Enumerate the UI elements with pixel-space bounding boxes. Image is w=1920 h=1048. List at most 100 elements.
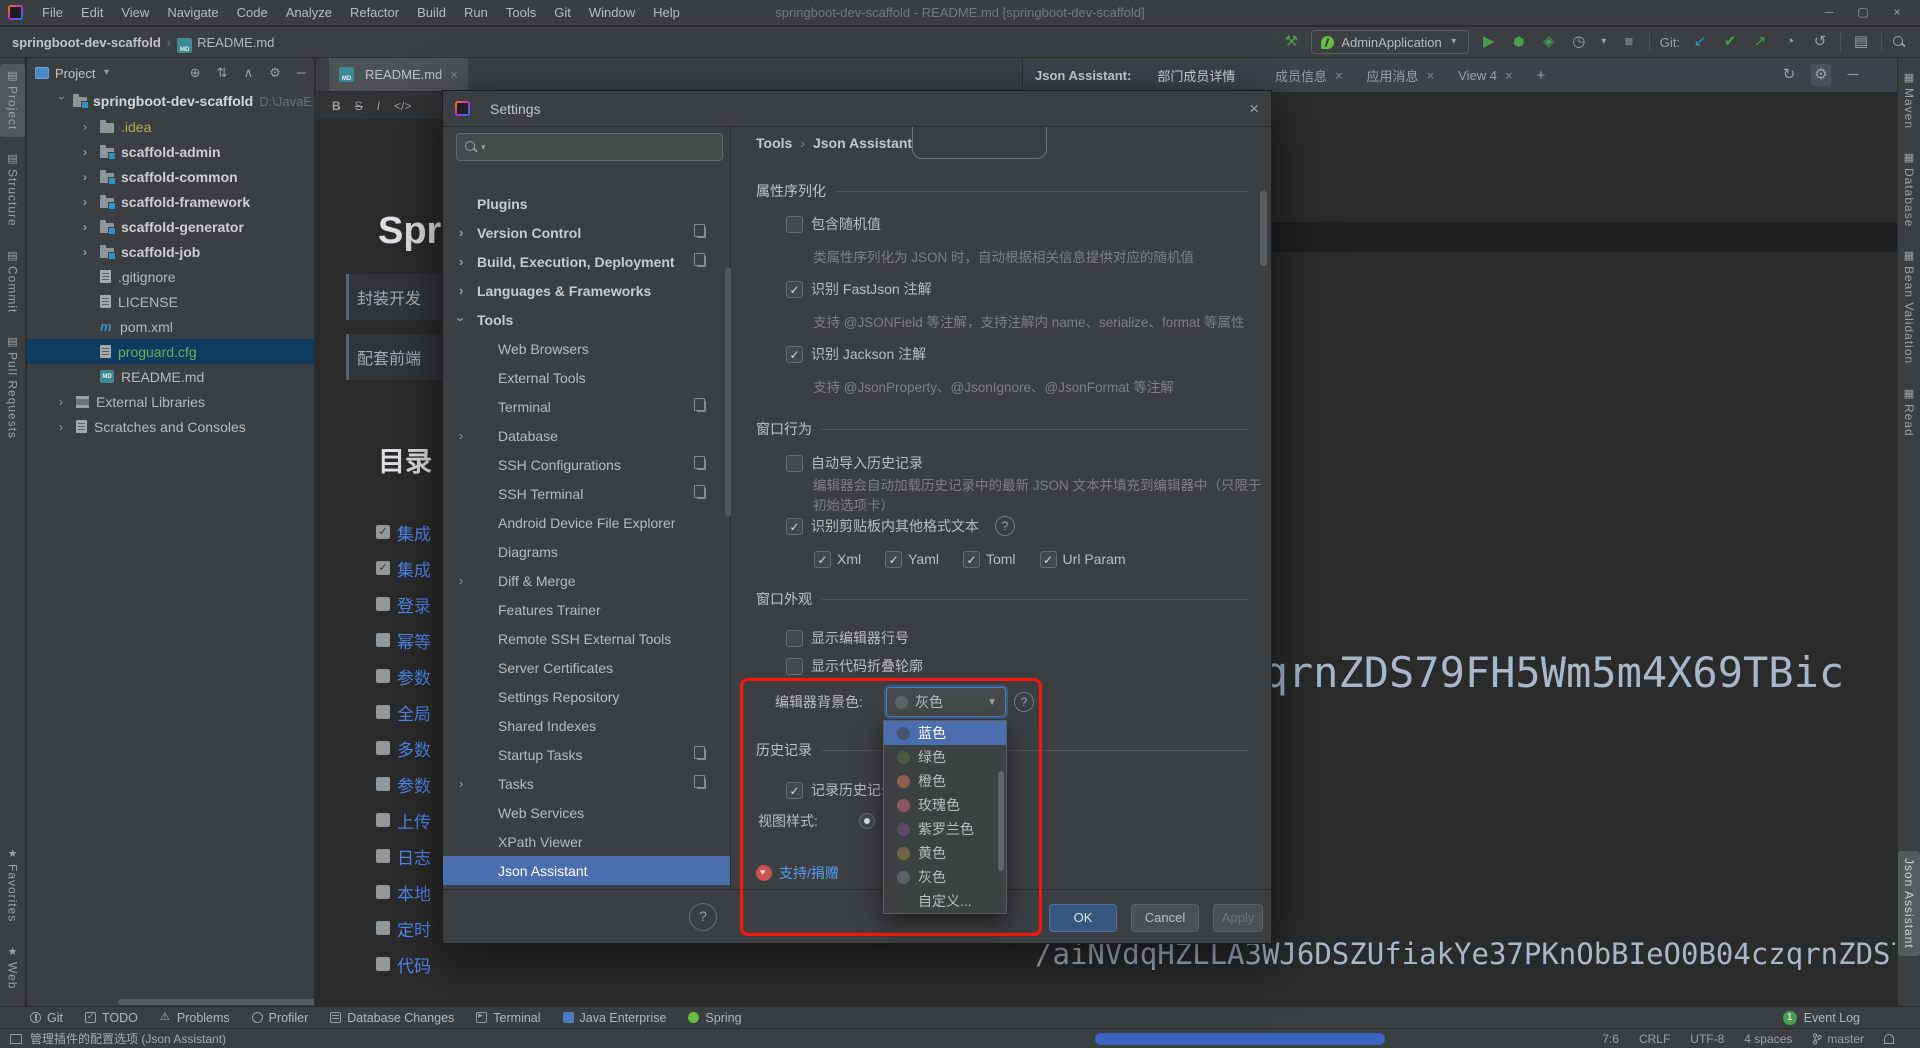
help-button[interactable]: ? xyxy=(689,903,717,931)
run-button[interactable]: ▶ xyxy=(1479,31,1499,53)
menu-item[interactable]: View xyxy=(112,0,158,26)
format-option[interactable]: Xml xyxy=(814,551,861,568)
toc-checkbox[interactable] xyxy=(376,525,390,539)
toc-checkbox[interactable] xyxy=(376,741,390,755)
close-button[interactable]: × xyxy=(1880,0,1914,25)
settings-tree-row[interactable]: › Settings Repository xyxy=(443,682,730,711)
apply-button[interactable]: Apply xyxy=(1213,904,1263,932)
option-include-random-values[interactable]: 包含随机值 xyxy=(731,212,1271,236)
settings-tree-row[interactable]: › Shared Indexes xyxy=(443,711,730,740)
dropdown-option[interactable]: 蓝色 xyxy=(884,721,1006,745)
settings-tree-row[interactable]: › Web Browsers xyxy=(443,334,730,363)
tool-stripe-item-json-assistant[interactable]: Json Assistant xyxy=(1898,851,1920,956)
indent-indicator[interactable]: 4 spaces xyxy=(1744,1032,1792,1046)
run-with-coverage-button[interactable]: ◈ xyxy=(1539,31,1559,53)
project-tree-row[interactable]: › proguard.cfg xyxy=(27,339,314,364)
tool-window-tab[interactable]: 成员信息 × xyxy=(1263,58,1355,92)
project-tree-row[interactable]: › scaffold-framework xyxy=(27,189,314,214)
dropdown-option[interactable]: 紫罗兰色 xyxy=(884,817,1006,841)
settings-tree-row[interactable]: › Diff & Merge xyxy=(443,566,730,595)
settings-tree-row[interactable]: › Tasks xyxy=(443,769,730,798)
toc-checkbox[interactable] xyxy=(376,777,390,791)
tool-window-tab[interactable]: View 4 × xyxy=(1446,58,1524,92)
tool-window-button[interactable]: Database Changes xyxy=(330,1011,454,1025)
donate-link[interactable]: 支持/捐赠 xyxy=(779,863,839,883)
chevron-icon[interactable]: › xyxy=(459,573,463,588)
toc-checkbox[interactable] xyxy=(376,957,390,971)
project-tree-row[interactable]: › scaffold-generator xyxy=(27,214,314,239)
git-update-button[interactable]: ↙ xyxy=(1690,31,1710,53)
tool-window-button[interactable]: Git xyxy=(30,1011,63,1025)
tool-stripe-item[interactable]: ★ Favorites xyxy=(0,842,25,929)
checkbox-unchecked[interactable] xyxy=(786,455,803,472)
gear-icon[interactable]: ⚙ xyxy=(1811,64,1831,86)
tool-window-button[interactable]: TODO xyxy=(85,1011,138,1025)
help-icon[interactable]: ? xyxy=(1014,692,1034,712)
chevron-icon[interactable]: › xyxy=(83,195,93,209)
git-commit-button[interactable]: ✔ xyxy=(1720,31,1740,53)
format-option[interactable]: Toml xyxy=(963,551,1016,568)
ok-button[interactable]: OK xyxy=(1049,904,1117,932)
project-tree-row[interactable]: › pom.xml xyxy=(27,314,314,339)
checkbox-unchecked[interactable] xyxy=(786,216,803,233)
toc-checkbox[interactable] xyxy=(376,633,390,647)
tab-close-icon[interactable]: × xyxy=(1505,68,1513,83)
toc-checkbox[interactable] xyxy=(376,885,390,899)
toc-link[interactable]: 本地 xyxy=(397,880,431,905)
chevron-icon[interactable]: › xyxy=(83,145,93,159)
gear-icon[interactable]: ⚙ xyxy=(269,65,281,81)
dropdown-option[interactable]: 自定义... xyxy=(884,889,1006,913)
toc-link[interactable]: 集成 xyxy=(397,556,431,581)
git-push-button[interactable]: ↗ xyxy=(1750,31,1770,53)
settings-tree-row[interactable]: › Remote SSH External Tools xyxy=(443,624,730,653)
chevron-down-icon[interactable]: ▾ xyxy=(101,62,111,84)
tab-close-icon[interactable]: × xyxy=(450,67,458,82)
toc-link[interactable]: 参数 xyxy=(397,772,431,797)
dropdown-option[interactable]: 黄色 xyxy=(884,841,1006,865)
code-icon[interactable]: </> xyxy=(394,99,411,113)
strikethrough-icon[interactable]: S xyxy=(355,99,363,113)
caret-position[interactable]: 7:6 xyxy=(1602,1032,1619,1046)
toc-link[interactable]: 全局 xyxy=(397,700,431,725)
run-configuration-select[interactable]: AdminApplication ▾ xyxy=(1311,30,1468,54)
project-tree-row[interactable]: › Scratches and Consoles xyxy=(27,414,314,439)
format-option[interactable]: Yaml xyxy=(885,551,939,568)
tool-stripe-item[interactable]: ★ Web xyxy=(0,940,25,996)
checkbox-checked[interactable] xyxy=(786,782,803,799)
chevron-icon[interactable]: › xyxy=(459,428,463,443)
tool-stripe-item[interactable]: ▦ Database xyxy=(1898,146,1920,234)
toc-link[interactable]: 上传 xyxy=(397,808,431,833)
chevron-expanded-icon[interactable]: › xyxy=(55,96,69,106)
tool-stripe-item[interactable]: ▦ Maven xyxy=(1898,66,1920,136)
option-auto-import-history[interactable]: 自动导入历史记录 xyxy=(731,451,1271,475)
tab-close-icon[interactable]: × xyxy=(1335,68,1343,83)
project-tree-row[interactable]: › LICENSE xyxy=(27,289,314,314)
chevron-icon[interactable]: › xyxy=(83,245,93,259)
chevron-icon[interactable]: › xyxy=(454,317,469,321)
settings-tree-row[interactable]: › XPath Viewer xyxy=(443,827,730,856)
chevron-icon[interactable]: › xyxy=(83,170,93,184)
editor-tab-readme[interactable]: MD README.md × xyxy=(329,58,468,91)
settings-tree-row[interactable]: › Version Control xyxy=(443,218,730,247)
toc-link[interactable]: 定时 xyxy=(397,916,431,941)
project-tree-row[interactable]: › External Libraries xyxy=(27,389,314,414)
settings-tree-row[interactable]: › Json Assistant xyxy=(443,856,730,885)
notifications-bell-icon[interactable] xyxy=(1884,1034,1894,1044)
chevron-icon[interactable]: › xyxy=(459,776,463,791)
tool-stripe-item[interactable]: ▤ Pull Requests xyxy=(0,330,25,446)
toc-link[interactable]: 参数 xyxy=(397,664,431,689)
checkbox-checked[interactable] xyxy=(963,551,980,568)
hide-tool-window-icon[interactable]: ─ xyxy=(1843,64,1863,86)
checkbox-checked[interactable] xyxy=(885,551,902,568)
bold-icon[interactable]: B xyxy=(332,99,341,113)
settings-tree-row[interactable]: › Android Device File Explorer xyxy=(443,508,730,537)
editor-background-select[interactable]: 灰色 ▼ xyxy=(886,687,1006,717)
project-structure-button[interactable]: ▤ xyxy=(1851,31,1871,53)
profiler-button[interactable]: ◷ xyxy=(1569,31,1589,53)
json-text-line-1[interactable]: czqrnZDS79FH5Wm5m4X69TBic xyxy=(1212,648,1844,697)
add-tab-icon[interactable]: + xyxy=(1529,67,1554,84)
project-tree-row[interactable]: › .idea xyxy=(27,114,314,139)
tool-window-tab[interactable]: 部门成员详情 × xyxy=(1145,58,1263,92)
settings-tree-row[interactable]: › Diagrams xyxy=(443,537,730,566)
chevron-icon[interactable]: › xyxy=(459,254,463,269)
